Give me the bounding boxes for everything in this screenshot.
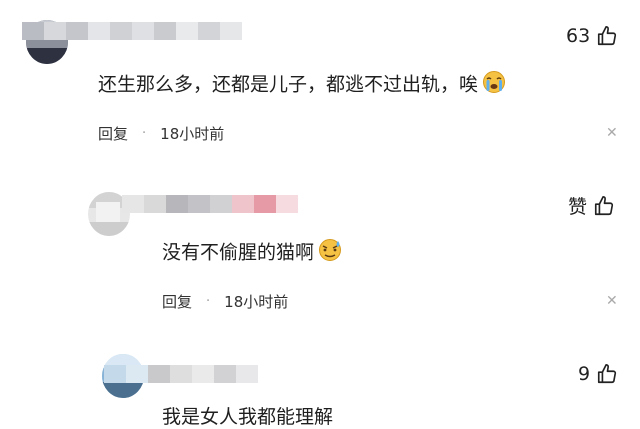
- like-button[interactable]: 63: [566, 25, 618, 47]
- close-icon[interactable]: ✕: [606, 125, 618, 141]
- comment-text: 没有不偷腥的猫啊: [162, 238, 345, 268]
- thumbs-up-icon: [598, 364, 617, 384]
- thumbs-up-icon: [598, 26, 617, 46]
- like-button[interactable]: 9: [578, 363, 618, 385]
- like-count: 9: [578, 363, 591, 385]
- sweat-face-icon: [317, 238, 345, 268]
- comment-text: 还生那么多，还都是儿子，都逃不过出轨，唉: [98, 70, 509, 100]
- close-icon[interactable]: ✕: [606, 293, 618, 309]
- like-count: 63: [566, 25, 591, 47]
- comment-time: 18小时前: [160, 125, 225, 143]
- username-blurred[interactable]: [104, 365, 258, 383]
- comment-meta: 回复 · 18小时前: [162, 292, 288, 312]
- reply-button[interactable]: 回复: [162, 292, 192, 312]
- crying-face-icon: [481, 70, 509, 100]
- thumbs-up-icon: [594, 195, 614, 215]
- like-label: 赞: [568, 196, 588, 218]
- reply-button[interactable]: 回复: [98, 124, 128, 144]
- username-blurred[interactable]: [122, 195, 298, 213]
- meta-separator: ·: [206, 294, 211, 309]
- like-button[interactable]: 赞: [568, 192, 615, 219]
- username-blurred[interactable]: [22, 22, 242, 40]
- comment-text: 我是女人我都能理解: [162, 406, 334, 428]
- comment-time: 18小时前: [224, 293, 289, 311]
- meta-separator: ·: [142, 126, 147, 141]
- comment-meta: 回复 · 18小时前: [98, 124, 224, 144]
